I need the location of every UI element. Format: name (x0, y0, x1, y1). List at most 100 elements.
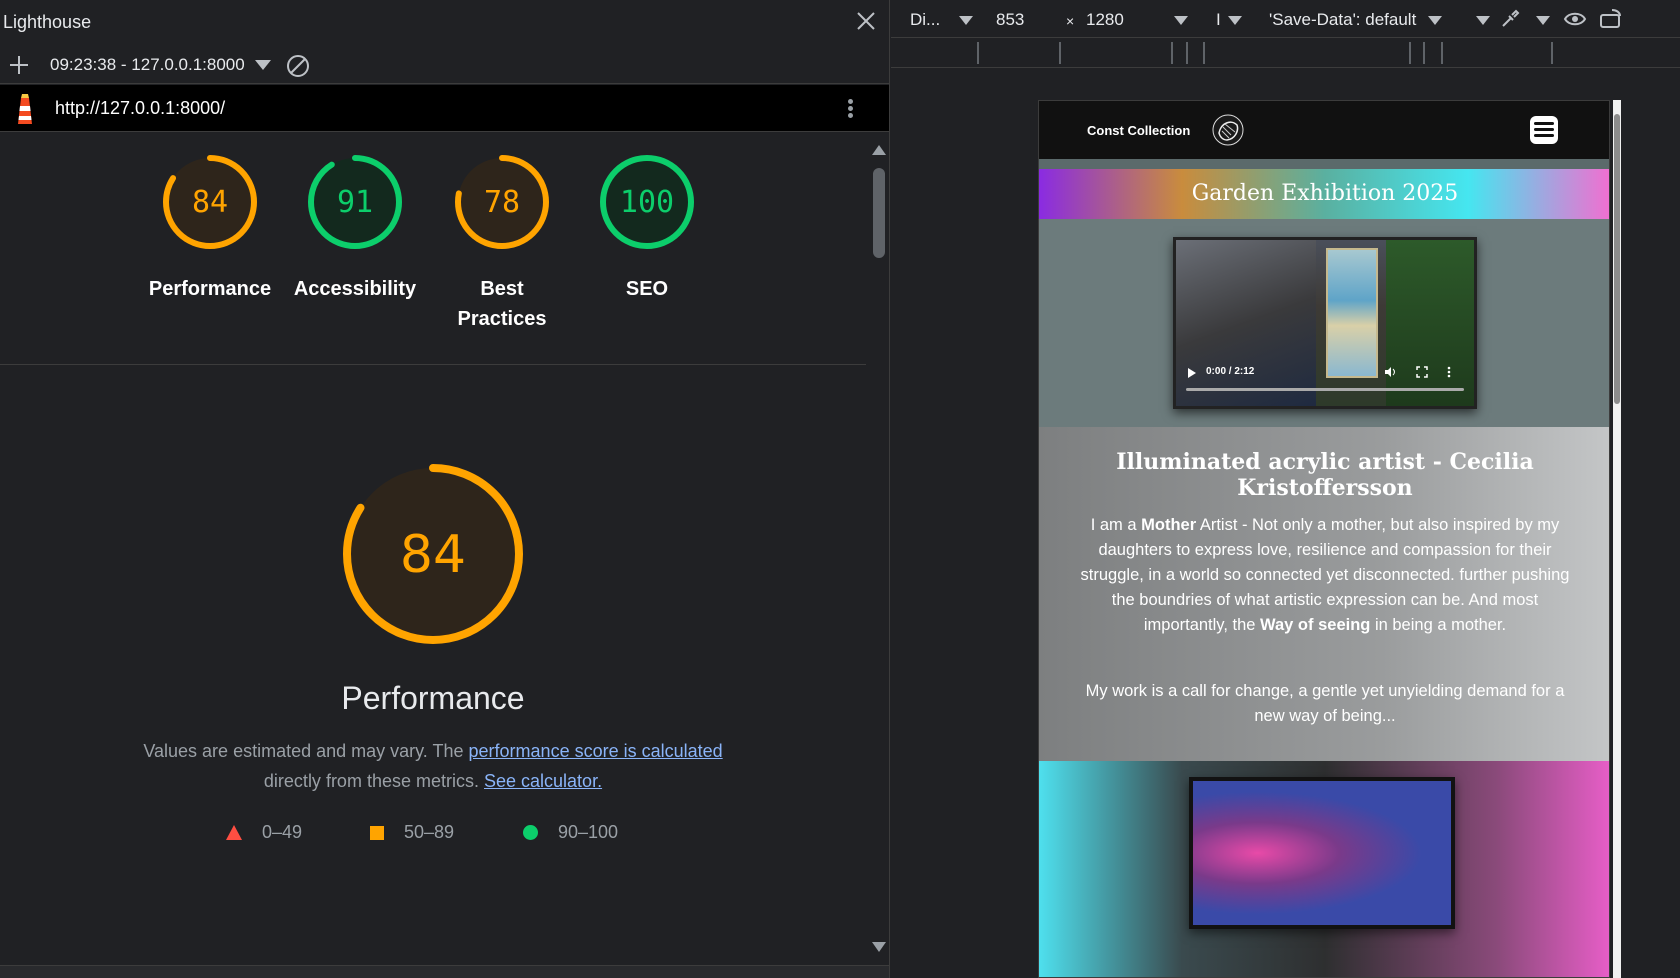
chevron-down-icon[interactable] (959, 16, 973, 25)
video-player[interactable]: 0:00 / 2:12 (1173, 237, 1477, 409)
gauge-ring-icon: 78 (455, 155, 549, 249)
gauge-ring-icon: 91 (308, 155, 402, 249)
scroll-down-icon[interactable] (872, 942, 886, 952)
chevron-down-icon[interactable] (1476, 16, 1490, 25)
see-calculator-link[interactable]: See calculator. (484, 771, 602, 791)
eyedropper-icon[interactable] (1499, 8, 1521, 30)
category-title: Performance (341, 680, 525, 716)
chevron-down-icon[interactable] (1536, 16, 1550, 25)
gauge-label: Performance (148, 278, 272, 300)
exhibition-banner: Garden Exhibition 2025 (1039, 169, 1609, 219)
gauge-best-practices[interactable]: 78 Best Practices (432, 152, 572, 334)
save-data-select[interactable]: 'Save-Data': default (1269, 10, 1416, 30)
artwork-section (1039, 761, 1609, 977)
circle-icon (523, 825, 538, 840)
play-icon[interactable] (1188, 368, 1196, 378)
performance-gauge-large: 84 (343, 464, 523, 644)
artist-paragraph-2: My work is a call for change, a gentle y… (1085, 682, 1565, 725)
volume-icon[interactable] (1384, 366, 1396, 378)
description-text-2: directly from these metrics. (263, 771, 479, 791)
report-select-value: 09:23:38 - 127.0.0.1:8000 (50, 55, 245, 74)
fullscreen-icon[interactable] (1416, 366, 1428, 378)
gauge-accessibility[interactable]: 91 Accessibility (285, 152, 425, 304)
ruler-tick[interactable] (1186, 42, 1188, 64)
ruler-tick[interactable] (1423, 42, 1425, 64)
scroll-thumb[interactable] (1614, 114, 1620, 404)
chevron-down-icon[interactable] (1174, 16, 1188, 25)
text-bold: Way of seeing (1260, 616, 1371, 634)
artwork-image[interactable] (1189, 777, 1455, 929)
score-calculated-link[interactable]: performance score is calculated (469, 741, 723, 761)
gauge-label: Best Practices (457, 278, 547, 330)
text-span: I am a (1090, 516, 1142, 534)
video-scene-sign (1326, 248, 1378, 378)
zoom-select[interactable]: I (1216, 10, 1221, 30)
scroll-thumb[interactable] (873, 168, 885, 258)
description-text: Values are estimated and may vary. The (143, 741, 464, 761)
panel-title: Lighthouse (3, 12, 92, 32)
legend-range: 0–49 (262, 822, 303, 842)
artwork-painting (1193, 781, 1451, 925)
legend-range: 50–89 (404, 822, 455, 842)
legend-average: 50–89 (370, 822, 454, 843)
section-divider (0, 364, 866, 365)
site-navbar: Const Collection (1039, 101, 1609, 159)
svg-text:91: 91 (337, 185, 373, 220)
legend-pass: 90–100 (523, 822, 618, 843)
gauge-label: SEO (625, 278, 669, 300)
video-time: 0:00 / 2:12 (1206, 366, 1255, 377)
svg-text:84: 84 (400, 525, 466, 585)
site-brand[interactable]: Const Collection (1087, 123, 1190, 138)
rotate-icon[interactable] (1598, 8, 1624, 30)
ruler-tick[interactable] (977, 42, 979, 64)
text-bold: Mother (1141, 516, 1197, 534)
chevron-down-icon[interactable] (1428, 16, 1442, 25)
more-options-icon[interactable] (846, 97, 854, 121)
video-progress-bar[interactable] (1186, 388, 1464, 391)
chevron-down-icon[interactable] (1228, 16, 1242, 25)
close-icon[interactable] (855, 10, 877, 32)
ruler-tick[interactable] (1409, 42, 1411, 64)
gauge-ring-icon: 100 (600, 155, 694, 249)
gauge-label: Accessibility (293, 278, 417, 300)
hamburger-menu-icon[interactable] (1530, 116, 1558, 144)
device-select[interactable]: Di... (910, 10, 940, 30)
ruler-tick[interactable] (1551, 42, 1553, 64)
media-query-ruler[interactable] (891, 38, 1680, 68)
gauge-performance[interactable]: 84 Performance (140, 152, 280, 304)
legend-fail: 0–49 (226, 822, 302, 843)
artist-paragraph-1: I am a Mother Artist - Not only a mother… (1079, 513, 1571, 638)
report-select[interactable]: 09:23:38 - 127.0.0.1:8000 (50, 55, 271, 75)
scroll-up-icon[interactable] (872, 145, 886, 155)
page-scrollbar[interactable] (1613, 100, 1621, 978)
svg-text:84: 84 (192, 185, 228, 220)
height-input[interactable]: 1280 (1086, 10, 1124, 30)
ruler-tick[interactable] (1203, 42, 1205, 64)
chevron-down-icon (254, 60, 271, 70)
lion-logo-icon[interactable] (1211, 113, 1245, 147)
report-url-bar: http://127.0.0.1:8000/ (0, 85, 889, 132)
artist-section: Illuminated acrylic artist - Cecilia Kri… (1039, 427, 1609, 761)
lighthouse-logo-icon (18, 94, 32, 124)
report-url: http://127.0.0.1:8000/ (55, 98, 226, 118)
panel-bottom-bar (0, 965, 889, 978)
video-controls: 0:00 / 2:12 (1176, 364, 1474, 406)
gauge-seo[interactable]: 100 SEO (577, 152, 717, 304)
device-toolbar: Di... 853 × 1280 I 'Save-Data': default (891, 0, 1680, 38)
category-description: Values are estimated and may vary. The p… (100, 736, 766, 796)
legend-range: 90–100 (558, 822, 619, 842)
video-section: 0:00 / 2:12 (1039, 219, 1609, 427)
clear-all-icon[interactable] (286, 54, 310, 78)
panel-scrollbar[interactable] (866, 140, 889, 955)
new-report-icon[interactable] (8, 54, 30, 76)
emulated-page: Const Collection Garden Exhibition 2025 … (1038, 100, 1610, 978)
banner-title: Garden Exhibition 2025 (1191, 181, 1459, 206)
triangle-icon (226, 825, 242, 840)
ruler-tick[interactable] (1059, 42, 1061, 64)
more-options-icon[interactable] (1446, 366, 1452, 378)
ruler-tick[interactable] (1171, 42, 1173, 64)
ruler-tick[interactable] (1441, 42, 1443, 64)
width-input[interactable]: 853 (996, 10, 1024, 30)
vision-icon[interactable] (1563, 8, 1587, 30)
artist-heading: Illuminated acrylic artist - Cecilia Kri… (1116, 449, 1534, 501)
